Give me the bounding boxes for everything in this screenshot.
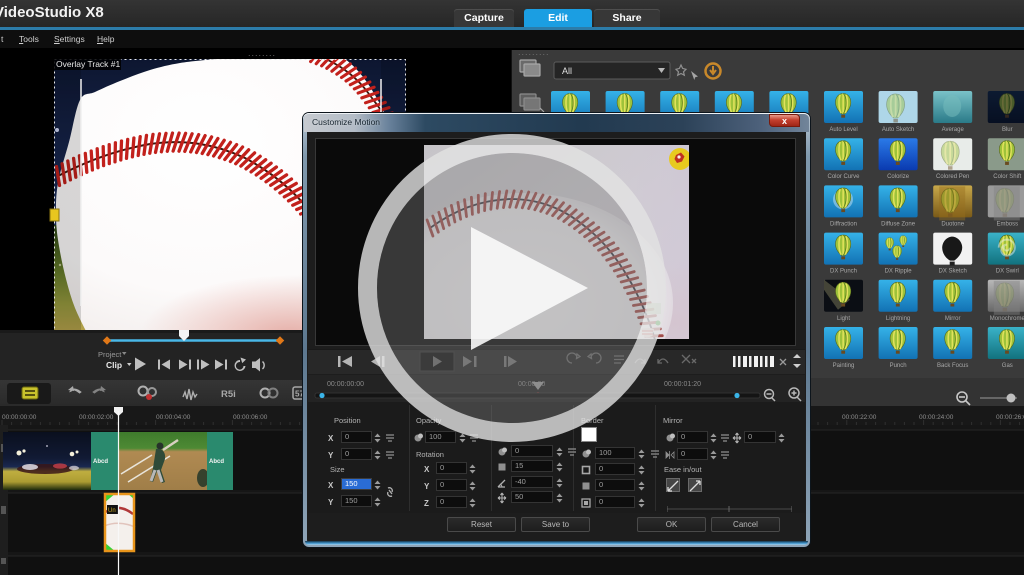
svg-text:Punch: Punch	[890, 363, 907, 369]
svg-text:Average: Average	[942, 127, 965, 133]
svg-text:.........: .........	[518, 50, 550, 57]
svg-text:Color Shift: Color Shift	[993, 174, 1021, 180]
svg-text:Auto Level: Auto Level	[829, 127, 857, 133]
svg-text:Auto Sketch: Auto Sketch	[882, 127, 914, 133]
svg-text:Monochrome: Monochrome	[990, 316, 1024, 322]
svg-text:00:00:24:00: 00:00:24:00	[919, 414, 954, 421]
svg-text:Z: Z	[424, 499, 429, 508]
svg-text:DX Swirl: DX Swirl	[996, 269, 1019, 275]
svg-text:DX Ripple: DX Ripple	[885, 269, 913, 275]
svg-text:All: All	[562, 66, 572, 76]
svg-text:R5i: R5i	[221, 389, 236, 400]
svg-text:DX Sketch: DX Sketch	[939, 269, 967, 275]
svg-text:Diffraction: Diffraction	[830, 221, 857, 227]
svg-text:00:00:06:00: 00:00:06:00	[233, 414, 268, 421]
svg-text:Colorize: Colorize	[887, 174, 910, 180]
svg-text:Gas: Gas	[1002, 363, 1013, 369]
svg-text:Y: Y	[328, 498, 334, 507]
svg-text:Clip: Clip	[106, 360, 122, 370]
svg-text:Diffuse Zone: Diffuse Zone	[881, 221, 916, 227]
svg-text:X: X	[424, 465, 430, 474]
svg-text:X: X	[328, 481, 334, 490]
svg-text:Un: Un	[108, 508, 116, 514]
svg-text:Mirror: Mirror	[945, 316, 961, 322]
svg-text:00:00:00:00: 00:00:00:00	[327, 381, 364, 388]
svg-text:00:00:00:00: 00:00:00:00	[2, 414, 37, 421]
svg-text:........: ........	[248, 50, 276, 58]
svg-text:Color Curve: Color Curve	[827, 174, 860, 180]
svg-text:Y: Y	[424, 482, 430, 491]
svg-text:Light: Light	[837, 316, 850, 322]
svg-text:00:00:22:00: 00:00:22:00	[842, 414, 877, 421]
svg-text:Lightning: Lightning	[886, 316, 910, 322]
svg-text:Emboss: Emboss	[996, 221, 1018, 227]
svg-text:Abcd: Abcd	[209, 459, 224, 465]
svg-text:Abcd: Abcd	[93, 459, 108, 465]
svg-text:X: X	[328, 434, 334, 443]
svg-text:Colored Pen: Colored Pen	[936, 174, 969, 180]
svg-text:Y: Y	[328, 451, 334, 460]
svg-text:Project: Project	[98, 350, 122, 359]
svg-text:Overlay Track #1: Overlay Track #1	[56, 59, 121, 69]
svg-text:Back Focus: Back Focus	[937, 363, 968, 369]
svg-text:00:00:26:00: 00:00:26:00	[996, 414, 1024, 421]
svg-text:DX Punch: DX Punch	[830, 269, 857, 275]
svg-text:00:00:02:00: 00:00:02:00	[79, 414, 114, 421]
svg-text:Painting: Painting	[833, 363, 855, 369]
svg-text:Duotone: Duotone	[941, 221, 964, 227]
svg-text:Blur: Blur	[1002, 127, 1013, 133]
svg-text:00:00:04:00: 00:00:04:00	[156, 414, 191, 421]
svg-text:00:00:01:20: 00:00:01:20	[664, 381, 701, 388]
